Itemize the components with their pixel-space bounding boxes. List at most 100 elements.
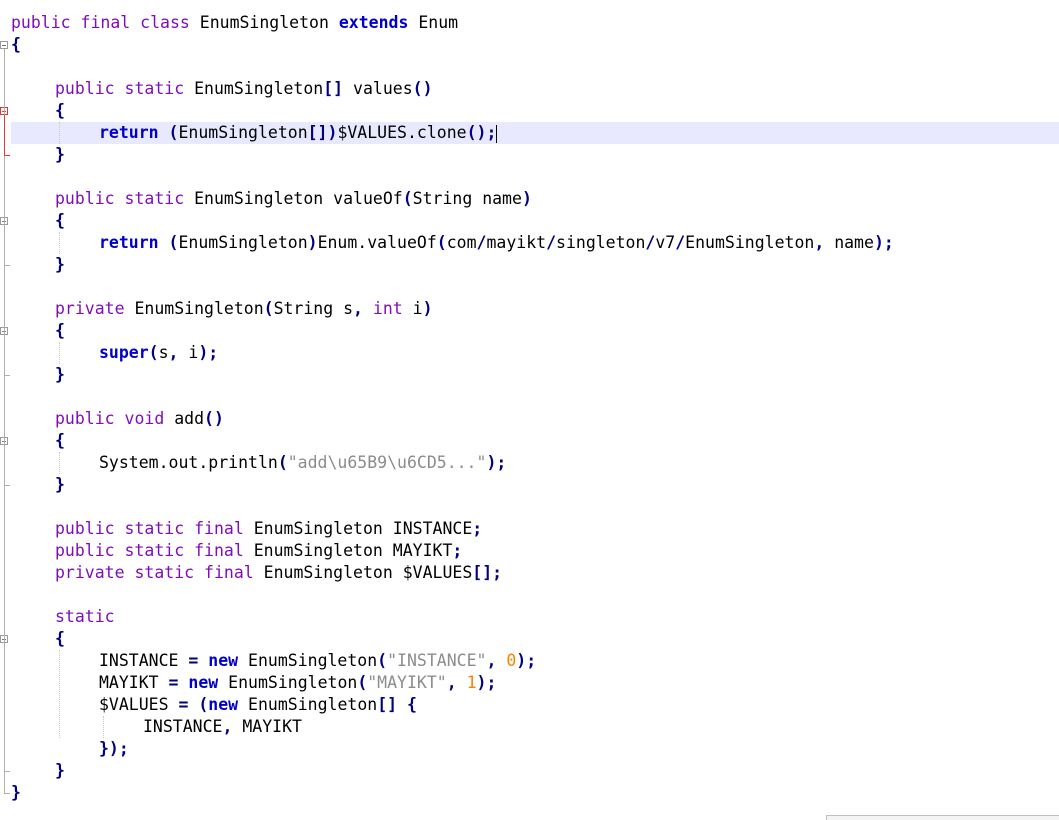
code-line[interactable] [11, 584, 1059, 606]
code-token: public [55, 519, 125, 538]
code-line[interactable]: super(s, i); [11, 342, 1059, 364]
code-line[interactable]: System.out.println("add\u65B9\u6CD5...")… [11, 452, 1059, 474]
code-line[interactable]: $VALUES = (new EnumSingleton[] { [11, 694, 1059, 716]
code-token: EnumSingleton [178, 123, 308, 142]
code-line[interactable] [11, 276, 1059, 298]
code-line[interactable]: INSTANCE, MAYIKT [11, 716, 1059, 738]
code-token: ) [307, 233, 318, 252]
code-line[interactable]: public static final EnumSingleton INSTAN… [11, 518, 1059, 540]
code-token: } [55, 145, 65, 164]
code-token: add [174, 409, 205, 428]
code-line[interactable]: { [11, 320, 1059, 342]
code-line[interactable]: private static final EnumSingleton $VALU… [11, 562, 1059, 584]
code-token: ( [168, 123, 179, 142]
code-token: } [55, 761, 65, 780]
code-token: int [372, 299, 413, 318]
code-line[interactable]: private EnumSingleton(String s, int i) [11, 298, 1059, 320]
code-line[interactable]: return (EnumSingleton)Enum.valueOf(com/m… [11, 232, 1059, 254]
code-token: static [124, 79, 195, 98]
fold-range-line [4, 445, 5, 485]
code-line[interactable]: } [11, 364, 1059, 386]
code-token: ( [277, 453, 288, 472]
code-token: , [446, 673, 467, 692]
code-token: EnumSingleton [248, 651, 378, 670]
fold-range-line [4, 115, 5, 155]
code-line[interactable]: public static EnumSingleton valueOf(Stri… [11, 188, 1059, 210]
code-token: i [188, 343, 199, 362]
code-token: , [814, 233, 835, 252]
code-line[interactable]: { [11, 430, 1059, 452]
code-line[interactable]: { [11, 628, 1059, 650]
code-line[interactable] [11, 496, 1059, 518]
code-token: { [55, 211, 65, 230]
code-token: new [208, 651, 249, 670]
code-line[interactable]: }); [11, 738, 1059, 760]
code-line[interactable]: static [11, 606, 1059, 628]
code-token: extends [338, 13, 419, 32]
code-token: 0 [506, 651, 517, 670]
code-line[interactable] [11, 166, 1059, 188]
code-token: "INSTANCE" [387, 651, 487, 670]
code-line[interactable]: { [11, 34, 1059, 56]
code-line[interactable]: } [11, 144, 1059, 166]
code-token: public [55, 541, 125, 560]
fold-end-tick [4, 771, 10, 772]
code-token: { [55, 101, 65, 120]
code-editor[interactable]: public final class EnumSingleton extends… [11, 0, 1059, 820]
code-line[interactable]: MAYIKT = new EnumSingleton("MAYIKT", 1); [11, 672, 1059, 694]
code-token: , [486, 651, 507, 670]
code-token: values [353, 79, 413, 98]
fold-end-tick [4, 155, 10, 156]
code-line[interactable]: { [11, 100, 1059, 122]
code-token: EnumSingleton $VALUES [263, 563, 473, 582]
indent-guide [59, 232, 60, 254]
code-token: Enum [418, 13, 459, 32]
code-line[interactable]: } [11, 474, 1059, 496]
code-token: { [55, 629, 65, 648]
code-token: MAYIKT [99, 673, 169, 692]
code-line[interactable]: { [11, 210, 1059, 232]
code-line[interactable] [11, 56, 1059, 78]
code-token: ); [516, 651, 537, 670]
code-line[interactable]: INSTANCE = new EnumSingleton("INSTANCE",… [11, 650, 1059, 672]
code-token: new [188, 673, 229, 692]
code-token: ; [452, 541, 463, 560]
fold-end-tick [4, 375, 10, 376]
code-line[interactable] [11, 386, 1059, 408]
code-token: () [412, 79, 433, 98]
code-token: INSTANCE [99, 651, 189, 670]
code-token: $VALUES.clone [337, 123, 467, 142]
code-token: static [124, 519, 195, 538]
editor-gutter [0, 0, 11, 820]
code-line[interactable]: public static final EnumSingleton MAYIKT… [11, 540, 1059, 562]
code-token: , [168, 343, 189, 362]
code-line[interactable]: } [11, 782, 1059, 804]
code-token: ; [472, 519, 483, 538]
horizontal-scrollbar[interactable] [826, 815, 1059, 820]
code-token: return [99, 123, 169, 142]
code-token: s [158, 343, 169, 362]
code-token: v7 [655, 233, 676, 252]
fold-end-tick [4, 265, 10, 266]
code-line[interactable]: return (EnumSingleton[])$VALUES.clone(); [11, 122, 1059, 144]
code-token: static [134, 563, 205, 582]
code-token: String s [273, 299, 354, 318]
code-line[interactable]: } [11, 760, 1059, 782]
code-line[interactable]: public void add() [11, 408, 1059, 430]
code-token: , [353, 299, 373, 318]
indent-guide [59, 342, 60, 364]
code-token: () [204, 409, 224, 428]
code-token: return [99, 233, 169, 252]
code-line[interactable]: public final class EnumSingleton extends… [11, 12, 1059, 34]
code-line[interactable]: } [11, 254, 1059, 276]
code-token: / [675, 233, 686, 252]
fold-toggle-icon[interactable] [0, 41, 8, 49]
code-token: static [124, 189, 195, 208]
code-token: public [55, 79, 125, 98]
code-token: EnumSingleton MAYIKT [253, 541, 453, 560]
code-token: EnumSingleton [194, 79, 324, 98]
code-line[interactable]: public static EnumSingleton[] values() [11, 78, 1059, 100]
code-token: EnumSingleton INSTANCE [253, 519, 473, 538]
code-token: Enum.valueOf [317, 233, 437, 252]
fold-end-tick [4, 485, 10, 486]
